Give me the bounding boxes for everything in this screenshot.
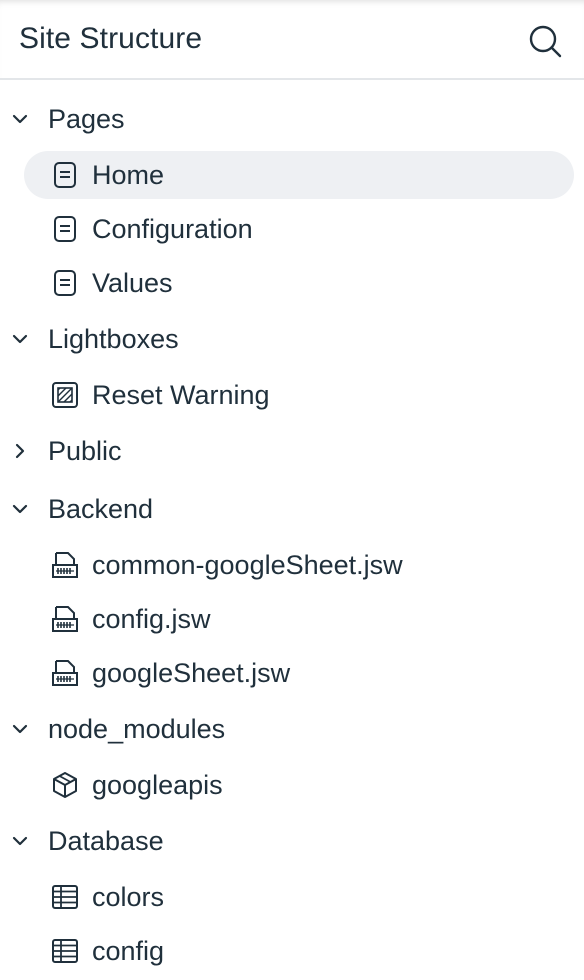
tree-item-colors[interactable]: colors [0,870,584,924]
tree-item-label: colors [92,882,165,912]
folder-label: Database [48,826,164,856]
tree-item-googleapis[interactable]: googleapis [0,758,584,812]
tree-item-label: config [92,936,165,966]
page-icon [50,160,80,190]
chevron-down-icon[interactable] [8,829,32,853]
chevron-down-icon[interactable] [8,497,32,521]
folder-label: Public [48,436,122,466]
web-module-icon [50,550,80,580]
site-structure-header: Site Structure [0,0,584,80]
tree-item-label: Home [92,160,165,190]
folder-label: Pages [48,104,125,134]
page-icon [50,214,80,244]
tree-item-config-collection[interactable]: config [0,924,584,978]
package-icon [50,770,80,800]
tree-item-config-jsw[interactable]: config.jsw [0,592,584,646]
search-button[interactable] [526,22,564,60]
chevron-down-icon[interactable] [8,327,32,351]
folder-label: Backend [48,494,154,524]
tree-item-googlesheet-jsw[interactable]: googleSheet.jsw [0,646,584,700]
site-tree: Pages Home Configuration Values Lightbox… [0,90,584,978]
tree-item-values[interactable]: Values [0,256,584,310]
folder-lightboxes[interactable]: Lightboxes [0,310,584,368]
folder-node-modules[interactable]: node_modules [0,700,584,758]
folder-backend[interactable]: Backend [0,480,584,538]
tree-item-label: googleapis [92,770,223,800]
tree-item-reset-warning[interactable]: Reset Warning [0,368,584,422]
folder-pages[interactable]: Pages [0,90,584,148]
folder-public[interactable]: Public [0,422,584,480]
chevron-down-icon[interactable] [8,107,32,131]
tree-item-configuration[interactable]: Configuration [0,202,584,256]
folder-label: Lightboxes [48,324,179,354]
search-icon [526,22,564,60]
folder-database[interactable]: Database [0,812,584,870]
tree-item-home[interactable]: Home [0,148,584,202]
tree-item-label: Configuration [92,214,253,244]
collection-icon [50,936,80,966]
chevron-right-icon[interactable] [8,439,32,463]
lightbox-icon [50,380,80,410]
folder-label: node_modules [48,714,226,744]
chevron-down-icon[interactable] [8,717,32,741]
tree-item-label: Reset Warning [92,380,270,410]
panel-title: Site Structure [19,22,203,55]
page-icon [50,268,80,298]
web-module-icon [50,658,80,688]
tree-item-label: googleSheet.jsw [92,658,291,688]
tree-item-label: config.jsw [92,604,211,634]
collection-icon [50,882,80,912]
tree-item-label: common-googleSheet.jsw [92,550,403,580]
tree-item-common-googlesheet[interactable]: common-googleSheet.jsw [0,538,584,592]
tree-item-label: Values [92,268,173,298]
web-module-icon [50,604,80,634]
